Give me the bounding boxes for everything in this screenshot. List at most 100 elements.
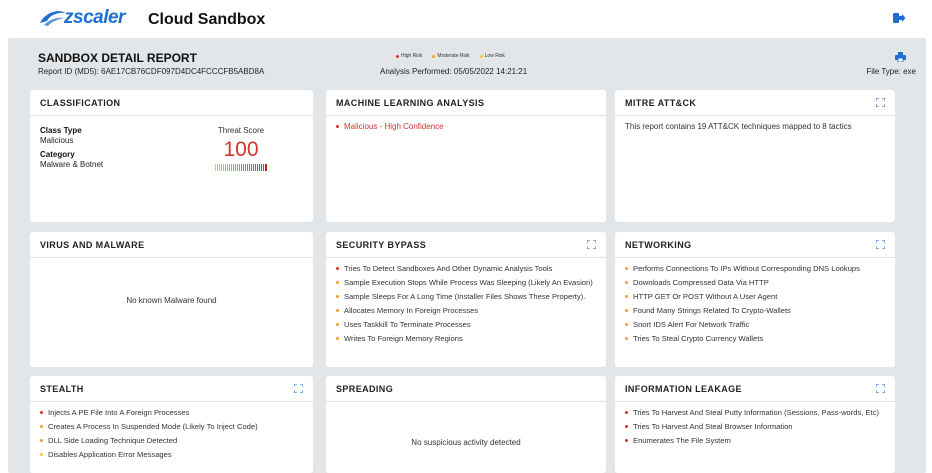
zscaler-logo[interactable]: zscaler <box>38 7 125 28</box>
legend-low-risk: Low Risk <box>479 53 505 59</box>
high-risk-dot-icon <box>396 54 399 58</box>
card-title: NETWORKING <box>625 240 692 250</box>
card-title: MACHINE LEARNING ANALYSIS <box>336 98 485 108</box>
legend-label: Low Risk <box>484 53 505 59</box>
security-bypass-card: SECURITY BYPASS Tries To Detect Sandboxe… <box>326 232 606 367</box>
machine-learning-card: MACHINE LEARNING ANALYSIS Malicious - Hi… <box>326 90 606 222</box>
gauge-tick <box>235 164 236 171</box>
list-item: Snort IDS Alert For Network Traffic <box>625 320 885 330</box>
risk-legend: High Risk Moderate Risk Low Risk <box>396 53 505 59</box>
card-header: NETWORKING <box>615 232 895 258</box>
class-type-label: Class Type <box>40 126 82 135</box>
gauge-tick <box>241 164 242 171</box>
card-header: MITRE ATT&CK <box>615 90 895 116</box>
gauge-tick <box>243 164 244 171</box>
card-title: SPREADING <box>336 384 394 394</box>
gauge-tick <box>227 164 228 171</box>
gauge-tick <box>221 164 222 171</box>
gauge-tick <box>261 164 262 171</box>
list-item: Allocates Memory In Foreign Processes <box>336 306 596 316</box>
list-item: Sample Execution Stops While Process Was… <box>336 278 596 288</box>
card-body: Malicious - High Confidence <box>326 116 606 143</box>
analysis-timestamp: Analysis Performed: 05/05/2022 14:21:21 <box>380 67 528 76</box>
gauge-tick <box>231 164 232 171</box>
gauge-tick <box>249 164 250 171</box>
list-item: Tries To Harvest And Steal Browser Infor… <box>625 422 885 432</box>
card-body: Tries To Harvest And Steal Putty Informa… <box>615 402 895 456</box>
file-type: File Type: exe <box>866 67 916 76</box>
gauge-tick <box>237 164 238 171</box>
card-body: This report contains 19 ATT&CK technique… <box>625 122 852 131</box>
list-item: Uses Taskkill To Terminate Processes <box>336 320 596 330</box>
list-item: HTTP GET Or POST Without A User Agent <box>625 292 885 302</box>
threat-score: Threat Score 100 <box>201 126 281 171</box>
print-icon[interactable] <box>895 52 906 62</box>
report-frame: SANDBOX DETAIL REPORT Report ID (MD5): 6… <box>8 38 926 473</box>
moderate-risk-dot-icon <box>432 54 436 58</box>
logo-text: zscaler <box>64 7 125 28</box>
card-body: Injects A PE File Into A Foreign Process… <box>30 402 313 470</box>
card-header: SPREADING <box>326 376 606 402</box>
logout-icon[interactable] <box>892 11 906 25</box>
low-risk-dot-icon <box>479 54 483 58</box>
information-leakage-card: INFORMATION LEAKAGE Tries To Harvest And… <box>615 376 895 473</box>
gauge-tick <box>215 164 216 171</box>
card-body: Tries To Detect Sandboxes And Other Dyna… <box>326 258 606 354</box>
report-title: SANDBOX DETAIL REPORT <box>38 51 197 65</box>
no-malware-message: No known Malware found <box>126 296 217 305</box>
list-item: Performs Connections To IPs Without Corr… <box>625 264 885 274</box>
class-type-value: Malicious <box>40 136 74 145</box>
top-bar: zscaler Cloud Sandbox <box>0 0 932 36</box>
card-title: VIRUS AND MALWARE <box>40 240 145 250</box>
card-header: INFORMATION LEAKAGE <box>615 376 895 402</box>
classification-card: CLASSIFICATION Class Type Malicious Cate… <box>30 90 313 222</box>
threat-score-label: Threat Score <box>217 126 265 135</box>
threat-score-gauge <box>201 164 281 171</box>
networking-card: NETWORKING Performs Connections To IPs W… <box>615 232 895 367</box>
gauge-tick <box>233 164 234 171</box>
card-body: Performs Connections To IPs Without Corr… <box>615 258 895 354</box>
report-id: Report ID (MD5): 6AE17CB76CDF097D4DC4FCC… <box>38 67 265 76</box>
threat-score-value: 100 <box>223 138 259 161</box>
gauge-tick <box>223 164 224 171</box>
expand-icon[interactable] <box>587 240 596 249</box>
legend-high-risk: High Risk <box>396 53 422 59</box>
card-header: VIRUS AND MALWARE <box>30 232 313 258</box>
card-header: CLASSIFICATION <box>30 90 313 116</box>
card-header: MACHINE LEARNING ANALYSIS <box>326 90 606 116</box>
legend-label: Moderate Risk <box>437 53 470 59</box>
expand-icon[interactable] <box>876 384 885 393</box>
list-item: Found Many Strings Related To Crypto-Wal… <box>625 306 885 316</box>
stealth-card: STEALTH Injects A PE File Into A Foreign… <box>30 376 313 473</box>
list-item: Writes To Foreign Memory Regions <box>336 334 596 344</box>
list-item: Downloads Compressed Data Via HTTP <box>625 278 885 288</box>
expand-icon[interactable] <box>294 384 303 393</box>
gauge-tick <box>263 164 264 171</box>
legend-moderate-risk: Moderate Risk <box>432 53 470 59</box>
card-title: SECURITY BYPASS <box>336 240 427 250</box>
list-item: Sample Sleeps For A Long Time (Installer… <box>336 292 596 302</box>
legend-label: High Risk <box>401 53 423 59</box>
list-item: Disables Application Error Messages <box>40 450 303 460</box>
list-item: DLL Side Loading Technique Detected <box>40 436 303 446</box>
card-title: STEALTH <box>40 384 84 394</box>
no-activity-message: No suspicious activity detected <box>411 438 521 447</box>
card-title: INFORMATION LEAKAGE <box>625 384 742 394</box>
category-value: Malware & Botnet <box>40 160 104 169</box>
expand-icon[interactable] <box>876 240 885 249</box>
gauge-tick <box>219 164 220 171</box>
spreading-card: SPREADING No suspicious activity detecte… <box>326 376 606 473</box>
list-item: Enumerates The File System <box>625 436 885 446</box>
virus-malware-card: VIRUS AND MALWARE No known Malware found <box>30 232 313 367</box>
category-label: Category <box>40 150 75 159</box>
gauge-tick <box>217 164 218 171</box>
list-item: Tries To Harvest And Steal Putty Informa… <box>625 408 885 418</box>
card-title: MITRE ATT&CK <box>625 98 697 108</box>
expand-icon[interactable] <box>876 98 885 107</box>
scroll-fade <box>326 353 606 367</box>
mitre-attack-card: MITRE ATT&CK This report contains 19 ATT… <box>615 90 895 222</box>
gauge-tick <box>247 164 248 171</box>
card-header: STEALTH <box>30 376 313 402</box>
gauge-tick <box>265 164 267 171</box>
gauge-tick <box>255 164 256 171</box>
